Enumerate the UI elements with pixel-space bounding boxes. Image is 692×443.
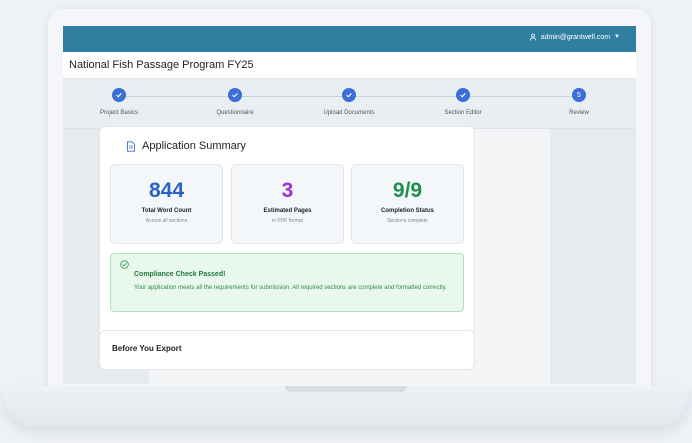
step-section-editor[interactable]: Section Editor <box>418 88 508 116</box>
summary-title: Application Summary <box>142 140 246 152</box>
stat-sub: Across all sections <box>145 218 188 224</box>
step-label: Section Editor <box>444 110 482 116</box>
stat-value: 844 <box>148 179 185 202</box>
step-label: Review <box>569 110 589 116</box>
stat-sub: in PDF format <box>272 218 303 224</box>
stat-label: Total Word Count <box>141 208 192 214</box>
step-check-icon <box>342 88 356 102</box>
screen-bottom-edge <box>63 384 636 386</box>
step-review[interactable]: 5 Review <box>534 88 624 116</box>
user-email: admin@grantwell.com <box>540 33 611 41</box>
stat-estimated-pages: 3 Estimated Pages in PDF format <box>231 164 344 244</box>
stat-label: Estimated Pages <box>263 208 312 214</box>
step-label: Upload Documents <box>323 110 375 116</box>
step-number: 5 <box>572 88 586 102</box>
step-label: Project Basics <box>99 110 138 116</box>
laptop-notch <box>285 386 407 392</box>
stat-label: Completion Status <box>380 208 434 214</box>
stat-word-count: 844 Total Word Count Across all sections <box>110 164 223 244</box>
compliance-banner: Compliance Check Passed! Your applicatio… <box>110 253 464 312</box>
progress-stepper: Project Basics Questionnaire Upload Docu… <box>63 79 636 129</box>
summary-header: Application Summary <box>126 140 246 152</box>
stat-value: 3 <box>281 179 294 202</box>
export-title: Before You Export <box>112 344 182 353</box>
right-gutter <box>550 129 636 384</box>
before-export-card: Before You Export <box>99 330 475 370</box>
step-project-basics[interactable]: Project Basics <box>74 88 164 116</box>
user-icon <box>529 33 537 41</box>
step-check-icon <box>456 88 470 102</box>
user-menu[interactable]: admin@grantwell.com ▼ <box>529 33 620 41</box>
page-title: National Fish Passage Program FY25 <box>69 59 254 71</box>
step-label: Questionnaire <box>216 110 254 116</box>
stat-value: 9/9 <box>392 179 423 202</box>
step-check-icon <box>228 88 242 102</box>
title-bar: National Fish Passage Program FY25 <box>63 52 636 79</box>
caret-down-icon: ▼ <box>614 34 620 40</box>
step-questionnaire[interactable]: Questionnaire <box>190 88 280 116</box>
stat-completion-status: 9/9 Completion Status Sections complete <box>351 164 464 244</box>
top-bar: admin@grantwell.com ▼ <box>63 26 636 52</box>
compliance-message: Your application meets all the requireme… <box>134 285 447 291</box>
document-icon <box>127 140 135 152</box>
step-check-icon <box>112 88 126 102</box>
step-upload-documents[interactable]: Upload Documents <box>304 88 394 116</box>
compliance-title: Compliance Check Passed! <box>134 271 226 278</box>
stat-sub: Sections complete <box>387 218 428 224</box>
application-summary-card: Application Summary 844 Total Word Count… <box>99 126 475 346</box>
check-circle-icon <box>120 260 129 269</box>
laptop-base <box>4 386 688 426</box>
